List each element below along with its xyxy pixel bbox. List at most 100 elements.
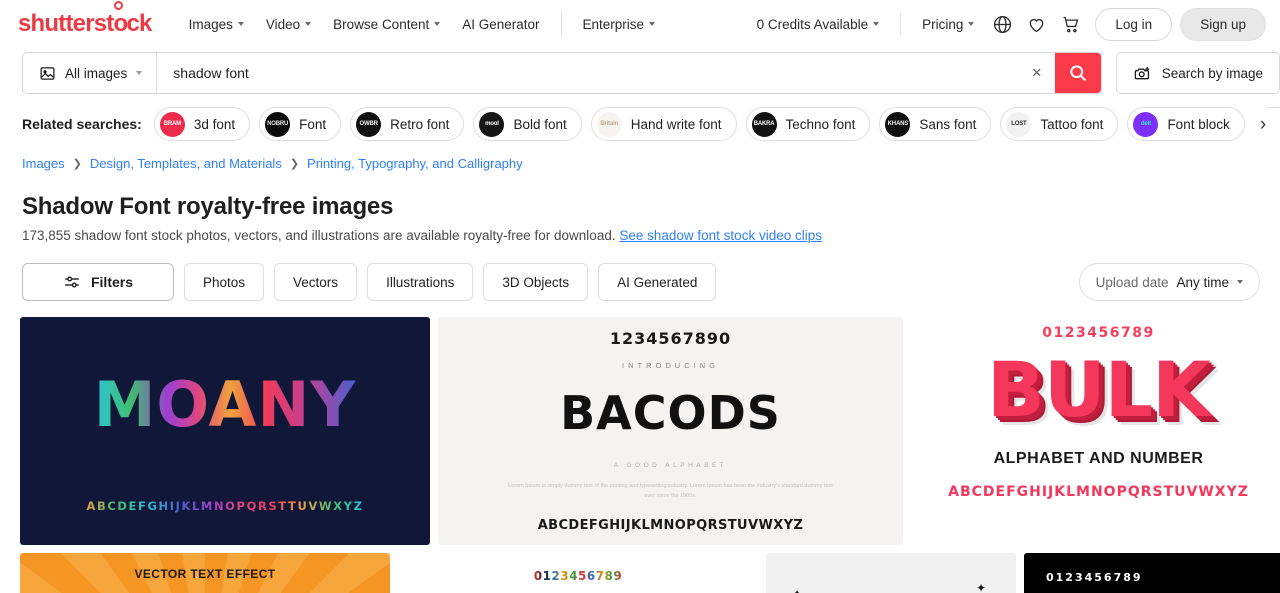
result-tile-bacods[interactable]: 1234567890 INTRODUCING BACODS A GOOD ALP…	[438, 317, 903, 545]
results-summary: 173,855 shadow font stock photos, vector…	[0, 221, 1280, 243]
filter-pill-3d-objects[interactable]: 3D Objects	[483, 263, 589, 301]
nav-label: Enterprise	[582, 16, 645, 32]
shutterstock-logo[interactable]: shutterst o ck	[18, 1, 152, 38]
heart-icon[interactable]	[1019, 7, 1053, 41]
results-row-1: MOANY ABCDEFGHIJKLMNOPQRSTTUVWXYZ 123456…	[20, 317, 1280, 545]
globe-icon[interactable]	[985, 7, 1019, 41]
related-chip-hand-write-font[interactable]: Britain Hand write font	[590, 107, 737, 141]
filter-pill-vectors[interactable]: Vectors	[274, 263, 358, 301]
related-chip-tattoo-font[interactable]: LOST Tattoo font	[1000, 107, 1119, 141]
signup-button[interactable]: Sign up	[1180, 7, 1266, 41]
sparkle-icon: ✦	[792, 587, 802, 593]
tile-word: BULK	[987, 345, 1211, 434]
search-by-image-button[interactable]: Search by image	[1115, 52, 1280, 94]
upload-date-label: Upload date	[1095, 274, 1169, 290]
chevron-down-icon	[136, 71, 143, 75]
breadcrumb: Images ❯ Design, Templates, and Material…	[0, 150, 1280, 171]
related-chip-techno-font[interactable]: BAKRA Techno font	[745, 107, 871, 141]
filter-pill-ai-generated[interactable]: AI Generated	[598, 263, 717, 301]
main-nav-links: Images Video Browse Content AI Generator…	[178, 11, 666, 38]
related-chip-sans-font[interactable]: KHANS Sans font	[879, 107, 992, 141]
breadcrumb-separator: ❯	[72, 158, 82, 170]
filter-pill-illustrations[interactable]: Illustrations	[367, 263, 474, 301]
tile-alphabet: ABCDEFGHIJKLMNOPQRSTUVWXYZ	[537, 517, 804, 533]
tile-label: VECTOR TEXT EFFECT	[134, 567, 276, 581]
breadcrumb-item-images[interactable]: Images	[22, 156, 65, 171]
chip-thumbnail: BAKRA	[751, 111, 777, 137]
related-searches-next-icon[interactable]: ›	[1246, 108, 1280, 142]
related-searches-label: Related searches:	[22, 116, 142, 132]
chip-thumbnail: delt	[1133, 111, 1159, 137]
tile-lorem: Lorem Ipsum is simply dummy text of the …	[508, 483, 833, 500]
search-bar-row: All images shadow font × Search by image	[0, 48, 1280, 98]
filter-pill-photos[interactable]: Photos	[184, 263, 265, 301]
filter-bar: Filters Photos Vectors Illustrations 3D …	[0, 243, 1280, 301]
tile-word: MOANY	[93, 367, 357, 441]
chip-label: Tattoo font	[1040, 116, 1104, 132]
pricing-label: Pricing	[922, 16, 964, 32]
chevron-down-icon	[649, 22, 656, 26]
tile-numerals: 1234567890	[609, 329, 732, 348]
results-row-2: VECTOR TEXT EFFECT GRAND 0123456789 ✦ ✦ …	[20, 553, 1280, 593]
nav-item-browse-content[interactable]: Browse Content	[322, 11, 451, 38]
chip-label: 3d font	[193, 116, 236, 132]
result-tile-black-numerals[interactable]: 0123456789	[1024, 553, 1280, 593]
video-clips-link[interactable]: See shadow font stock video clips	[619, 228, 822, 243]
result-tile-moany[interactable]: MOANY ABCDEFGHIJKLMNOPQRSTTUVWXYZ	[20, 317, 430, 545]
nav-item-video[interactable]: Video	[255, 11, 322, 38]
chip-thumbnail: BRAM	[159, 111, 185, 137]
asset-type-selector[interactable]: All images	[23, 53, 158, 93]
chevron-down-icon	[434, 22, 441, 26]
chip-label: Font	[299, 116, 327, 132]
related-chip-retro-font[interactable]: OWBR Retro font	[350, 107, 465, 141]
upload-date-dropdown[interactable]: Upload date Any time	[1078, 263, 1260, 301]
chip-label: Retro font	[390, 116, 450, 132]
breadcrumb-item-printing-typography[interactable]: Printing, Typography, and Calligraphy	[307, 156, 523, 171]
result-tile-grand[interactable]: VECTOR TEXT EFFECT GRAND	[20, 553, 390, 593]
search-input[interactable]: shadow font	[157, 53, 1018, 93]
page-title: Shadow Font royalty-free images	[22, 193, 394, 220]
search-results-grid: MOANY ABCDEFGHIJKLMNOPQRSTTUVWXYZ 123456…	[0, 301, 1280, 593]
breadcrumb-separator: ❯	[289, 158, 300, 170]
related-chip-font-block[interactable]: delt Font block	[1127, 107, 1245, 141]
clear-search-icon[interactable]: ×	[1019, 53, 1055, 93]
account-nav: 0 Credits Available Pricing Log in Sign …	[746, 7, 1266, 41]
cart-icon[interactable]	[1053, 7, 1087, 41]
chip-label: Hand write font	[630, 116, 722, 132]
nav-item-ai-generator[interactable]: AI Generator	[451, 11, 550, 38]
nav-divider	[560, 13, 562, 35]
sparkle-icon: ✦	[975, 581, 986, 593]
shutterstock-search-page: shutterst o ck Images Video Browse Content…	[0, 0, 1280, 593]
chip-label: Techno font	[785, 116, 856, 132]
chip-thumbnail: KHANS	[885, 111, 911, 137]
related-chip-font[interactable]: NOBRU Font	[259, 107, 342, 141]
result-tile-bulk[interactable]: 0123456789 BULK ALPHABET AND NUMBER ABCD…	[911, 317, 1280, 545]
result-tile-color-numerals[interactable]: 0123456789	[398, 553, 758, 593]
chip-thumbnail: OWBR	[356, 111, 382, 137]
camera-plus-icon	[1134, 66, 1149, 79]
search-query-text: shadow font	[173, 65, 249, 81]
chip-label: Font block	[1167, 116, 1230, 132]
chevron-down-icon	[873, 22, 880, 26]
search-submit-button[interactable]	[1054, 53, 1101, 93]
tile-alphabet: ABCDEFGHIJKLMNOPQRSTTUVWXYZ	[86, 498, 364, 513]
login-button[interactable]: Log in	[1095, 7, 1173, 41]
related-chip-bold-font[interactable]: mool Bold font	[473, 107, 582, 141]
related-chip-3d-font[interactable]: BRAM 3d font	[153, 107, 251, 141]
top-navigation-bar: shutterst o ck Images Video Browse Content…	[0, 0, 1280, 48]
breadcrumb-item-design-templates[interactable]: Design, Templates, and Materials	[90, 156, 282, 171]
filters-button[interactable]: Filters	[22, 263, 174, 301]
nav-item-enterprise[interactable]: Enterprise	[572, 11, 667, 38]
nav-item-images[interactable]: Images	[178, 11, 255, 38]
chevron-down-icon	[237, 22, 244, 26]
credits-menu[interactable]: 0 Credits Available	[746, 11, 891, 38]
pricing-menu[interactable]: Pricing	[911, 11, 985, 38]
tile-alphabet: ABCDEFGHIJKLMNOPQRSTUVWXYZ	[948, 484, 1249, 500]
result-tile-sparkle-letters[interactable]: ✦ ✦ ✦ ✦ MN	[766, 553, 1016, 593]
search-icon	[1070, 65, 1086, 82]
chevron-down-icon	[305, 22, 312, 26]
tile-word: GRAND	[94, 585, 317, 593]
nav-label: Video	[265, 16, 301, 32]
tile-word: BACODS	[560, 386, 781, 440]
tile-tagline: A GOOD ALPHABET	[613, 462, 728, 469]
